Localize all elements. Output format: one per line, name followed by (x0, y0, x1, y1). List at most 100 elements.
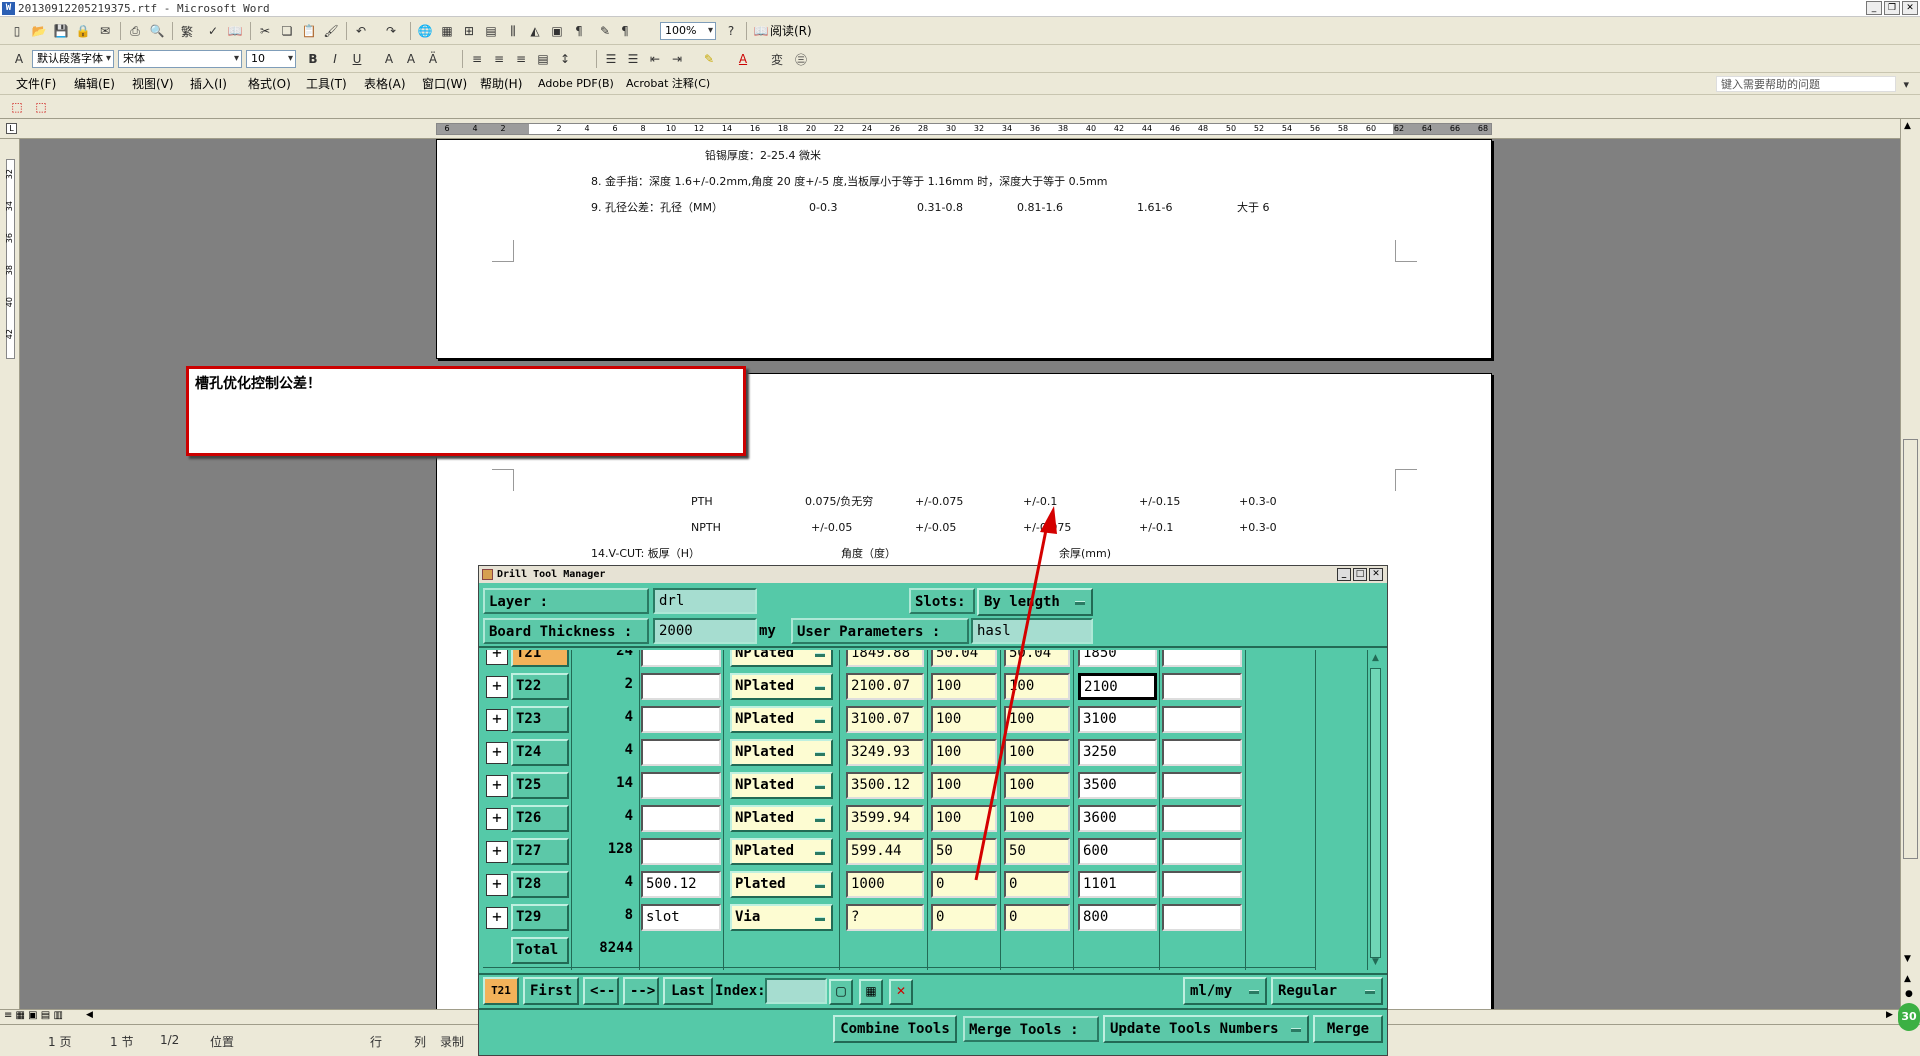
prev-page-icon[interactable]: ▲ (1904, 974, 1911, 984)
tool-tol-minus-field[interactable]: 50.04 (1004, 650, 1070, 667)
merge-button[interactable]: Merge (1313, 1015, 1383, 1043)
delete-icon[interactable]: ✕ (889, 979, 913, 1005)
table-row[interactable]: + T24 4 NPlated 3249.93 100 100 3250 (483, 736, 1316, 769)
tool-tol-minus-field[interactable]: 100 (1004, 706, 1070, 733)
font-combo[interactable]: 宋体 (118, 50, 242, 68)
units-dropdown[interactable]: ml/my (1183, 977, 1267, 1005)
tool-finish-field[interactable]: 3600 (1078, 805, 1157, 832)
menu-format[interactable]: 格式(O) (248, 76, 291, 92)
tool-size-field[interactable]: 599.44 (846, 838, 924, 865)
table-row[interactable]: + T26 4 NPlated 3599.94 100 100 3600 (483, 802, 1316, 835)
tool-number[interactable]: T21 (511, 650, 569, 667)
convert-to-pdf-icon[interactable]: ⬚ (8, 98, 26, 116)
tool-extra-field[interactable] (1162, 739, 1242, 766)
tool-slot-field[interactable] (641, 739, 721, 766)
paragraph-mark-icon[interactable]: ¶ (616, 22, 634, 40)
table-scroll-up-icon[interactable]: ▲ (1369, 652, 1382, 664)
tool-size-field[interactable]: 3500.12 (846, 772, 924, 799)
table-scrollbar[interactable]: ▲ ▼ (1367, 650, 1383, 970)
tool-extra-field[interactable] (1162, 838, 1242, 865)
tool-number[interactable]: T29 (511, 904, 569, 931)
tool-tol-plus-field[interactable]: 100 (931, 673, 997, 700)
tool-type-dropdown[interactable]: NPlated (730, 650, 833, 667)
tool-tol-plus-field[interactable]: 0 (931, 904, 997, 931)
tool-extra-field[interactable] (1162, 904, 1242, 931)
tool-extra-field[interactable] (1162, 871, 1242, 898)
layer-field[interactable]: drl (653, 588, 757, 614)
scroll-right-icon[interactable]: ▶ (1886, 1010, 1893, 1020)
tool-finish-field[interactable]: 1101 (1078, 871, 1157, 898)
close-button[interactable]: ✕ (1902, 1, 1918, 15)
tool-slot-field[interactable] (641, 673, 721, 700)
tool-type-dropdown[interactable]: NPlated (730, 838, 833, 865)
read-mode-icon[interactable]: 📖 (752, 22, 770, 40)
expand-icon[interactable]: + (486, 808, 508, 830)
tables-borders-icon[interactable]: ▦ (438, 22, 456, 40)
menu-file[interactable]: 文件(F) (16, 76, 56, 92)
update-tools-numbers-dropdown[interactable]: Update Tools Numbers (1103, 1015, 1309, 1043)
first-button[interactable]: First (523, 977, 579, 1005)
pdf-email-icon[interactable]: ⬚ (32, 98, 50, 116)
tool-extra-field[interactable] (1162, 805, 1242, 832)
spelling-icon[interactable]: ✓ (204, 22, 222, 40)
tool-finish-field[interactable]: 3500 (1078, 772, 1157, 799)
tool-slot-field[interactable]: slot (641, 904, 721, 931)
increase-indent-icon[interactable]: ⇥ (668, 50, 686, 68)
user-parameters-field[interactable]: hasl (971, 618, 1093, 644)
grid-view-icon[interactable]: ▦ (859, 979, 883, 1005)
tool-number[interactable]: T23 (511, 706, 569, 733)
tool-finish-field[interactable]: 3250 (1078, 739, 1157, 766)
vertical-ruler[interactable]: 32 34 36 38 40 42 (0, 139, 20, 1009)
prev-button[interactable]: <-- (583, 977, 619, 1005)
table-row[interactable]: + T22 2 NPlated 2100.07 100 100 2100 (483, 670, 1316, 703)
tool-type-dropdown[interactable]: NPlated (730, 706, 833, 733)
board-thickness-field[interactable]: 2000 (653, 618, 757, 644)
tool-slot-field[interactable] (641, 805, 721, 832)
dialog-maximize-button[interactable]: □ (1353, 568, 1367, 581)
menu-acrobat-comments[interactable]: Acrobat 注释(C) (626, 76, 710, 92)
permission-icon[interactable]: 🔒 (74, 22, 92, 40)
help-icon[interactable]: ? (722, 22, 740, 40)
restore-button[interactable]: ❐ (1884, 1, 1900, 15)
table-row[interactable]: + T27 128 NPlated 599.44 50 50 600 (483, 835, 1316, 868)
redo-icon[interactable]: ↷ (382, 22, 400, 40)
copy-icon[interactable]: ❏ (278, 22, 296, 40)
styles-icon[interactable]: A (10, 50, 28, 68)
dialog-minimize-button[interactable]: _ (1337, 568, 1351, 581)
style-combo[interactable]: 默认段落字体 (32, 50, 114, 68)
highlight-icon[interactable]: ✎ (700, 50, 718, 68)
drill-tool-manager-dialog[interactable]: Drill Tool Manager _ □ ✕ Layer : drl Slo… (478, 565, 1388, 1056)
next-button[interactable]: --> (623, 977, 659, 1005)
menu-view[interactable]: 视图(V) (132, 76, 174, 92)
browse-object-icon[interactable]: ● (1905, 989, 1913, 999)
align-right-icon[interactable]: ≡ (512, 50, 530, 68)
save-icon[interactable]: 💾 (52, 22, 70, 40)
tool-type-dropdown[interactable]: Plated (730, 871, 833, 898)
distributed-icon[interactable]: ▤ (534, 50, 552, 68)
insert-table-icon[interactable]: ⊞ (460, 22, 478, 40)
slots-dropdown[interactable]: By length (977, 588, 1093, 616)
tool-tol-plus-field[interactable]: 100 (931, 772, 997, 799)
scroll-down-icon[interactable]: ▼ (1904, 954, 1911, 964)
numbering-icon[interactable]: ☰ (602, 50, 620, 68)
tool-tol-minus-field[interactable]: 100 (1004, 739, 1070, 766)
font-color-icon[interactable]: A (734, 50, 752, 68)
print-preview-icon[interactable]: 🔍 (148, 22, 166, 40)
cut-icon[interactable]: ✂ (256, 22, 274, 40)
table-row[interactable]: + T28 4 500.12 Plated 1000 0 0 1101 (483, 868, 1316, 901)
scroll-thumb[interactable] (1903, 439, 1918, 859)
menu-tools[interactable]: 工具(T) (306, 76, 347, 92)
tool-number[interactable]: T22 (511, 673, 569, 700)
email-icon[interactable]: ✉ (96, 22, 114, 40)
tool-extra-field[interactable] (1162, 673, 1242, 700)
last-button[interactable]: Last (663, 977, 713, 1005)
tool-tol-plus-field[interactable]: 50.04 (931, 650, 997, 667)
tab-selector-icon[interactable]: L (6, 123, 17, 134)
tool-extra-field[interactable] (1162, 706, 1242, 733)
expand-icon[interactable]: + (486, 709, 508, 731)
tool-table[interactable]: + T21 24 NPlated 1849.88 50.04 50.04 185… (483, 650, 1316, 970)
tool-slot-field[interactable]: 500.12 (641, 871, 721, 898)
read-mode-button[interactable]: 阅读(R) (770, 23, 812, 39)
tool-finish-field[interactable]: 1850 (1078, 650, 1157, 667)
menu-table[interactable]: 表格(A) (364, 76, 406, 92)
